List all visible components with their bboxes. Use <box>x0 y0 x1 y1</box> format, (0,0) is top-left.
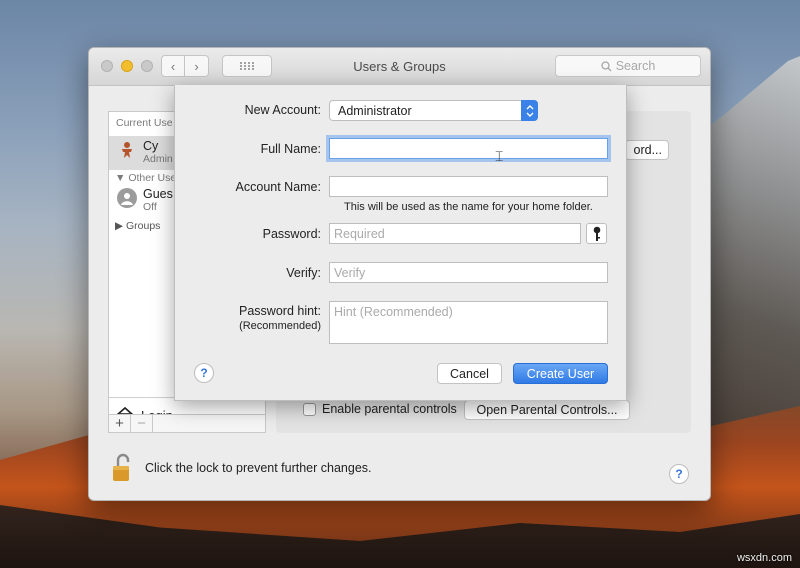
help-button[interactable]: ? <box>669 464 689 484</box>
change-password-button[interactable]: ord... <box>625 140 669 160</box>
full-name-input[interactable] <box>329 138 608 159</box>
current-user-name: Cy <box>143 139 159 153</box>
groups-label: Groups <box>126 220 161 232</box>
enable-parental-checkbox[interactable] <box>303 402 316 416</box>
cancel-button[interactable]: Cancel <box>437 363 502 384</box>
search-placeholder: Search <box>615 59 656 73</box>
add-remove-bar: + − <box>108 414 266 433</box>
watermark-text: wsxdn.com <box>736 552 792 564</box>
guest-user-item[interactable]: Gues Off <box>117 188 173 213</box>
add-user-button[interactable]: + <box>109 415 131 432</box>
title-bar: ‹ › Users & Groups Search <box>89 48 710 86</box>
disclosure-right-icon: ▶ <box>115 220 124 232</box>
person-icon <box>121 193 133 205</box>
open-parental-controls-button[interactable]: Open Parental Controls... <box>464 400 630 420</box>
lock-row: Click the lock to prevent further change… <box>111 453 372 483</box>
gingerbread-icon <box>122 142 132 158</box>
password-label: Password: <box>262 227 321 241</box>
select-arrows-icon <box>521 100 538 121</box>
current-user-role: Admin <box>143 153 173 165</box>
password-assistant-button[interactable] <box>586 223 607 244</box>
sheet-help-button[interactable]: ? <box>194 363 214 383</box>
guest-avatar <box>117 188 137 208</box>
verify-input[interactable] <box>329 262 608 283</box>
search-field[interactable]: Search <box>555 55 701 77</box>
account-name-label: Account Name: <box>235 180 321 194</box>
lock-text: Click the lock to prevent further change… <box>145 461 372 475</box>
create-user-button[interactable]: Create User <box>513 363 608 384</box>
password-hint-input[interactable]: Hint (Recommended) <box>329 301 608 344</box>
password-hint-sublabel: (Recommended) <box>239 320 321 332</box>
account-type-value: Administrator <box>338 104 412 118</box>
other-users-label: Other Use <box>128 172 177 184</box>
text-cursor-icon: ⌶ <box>495 148 504 164</box>
new-account-sheet: New Account: Administrator Full Name: ⌶ … <box>174 85 627 401</box>
enable-parental-label: Enable parental controls <box>322 402 457 416</box>
other-users-header[interactable]: ▼ Other Use <box>115 172 176 184</box>
account-name-input[interactable] <box>329 176 608 197</box>
search-icon <box>601 60 612 71</box>
home-folder-note: This will be used as the name for your h… <box>344 201 593 213</box>
unlocked-lock-icon[interactable] <box>111 453 133 483</box>
current-users-header: Current Use <box>116 117 173 129</box>
new-account-label: New Account: <box>244 103 321 117</box>
remove-user-button[interactable]: − <box>131 415 153 432</box>
password-hint-label: Password hint: <box>239 304 321 318</box>
guest-name: Gues <box>143 187 173 201</box>
guest-status: Off <box>143 201 157 213</box>
parental-controls-row: Enable parental controls <box>303 402 457 416</box>
verify-label: Verify: <box>286 266 321 280</box>
disclosure-down-icon: ▼ <box>115 172 126 184</box>
password-input[interactable] <box>329 223 581 244</box>
current-user-item[interactable]: Cy Admin <box>117 140 173 165</box>
user-avatar <box>117 140 137 160</box>
full-name-label: Full Name: <box>260 142 321 156</box>
account-type-select[interactable]: Administrator <box>329 100 538 121</box>
groups-header[interactable]: ▶ Groups <box>115 220 160 232</box>
key-icon <box>593 226 600 241</box>
